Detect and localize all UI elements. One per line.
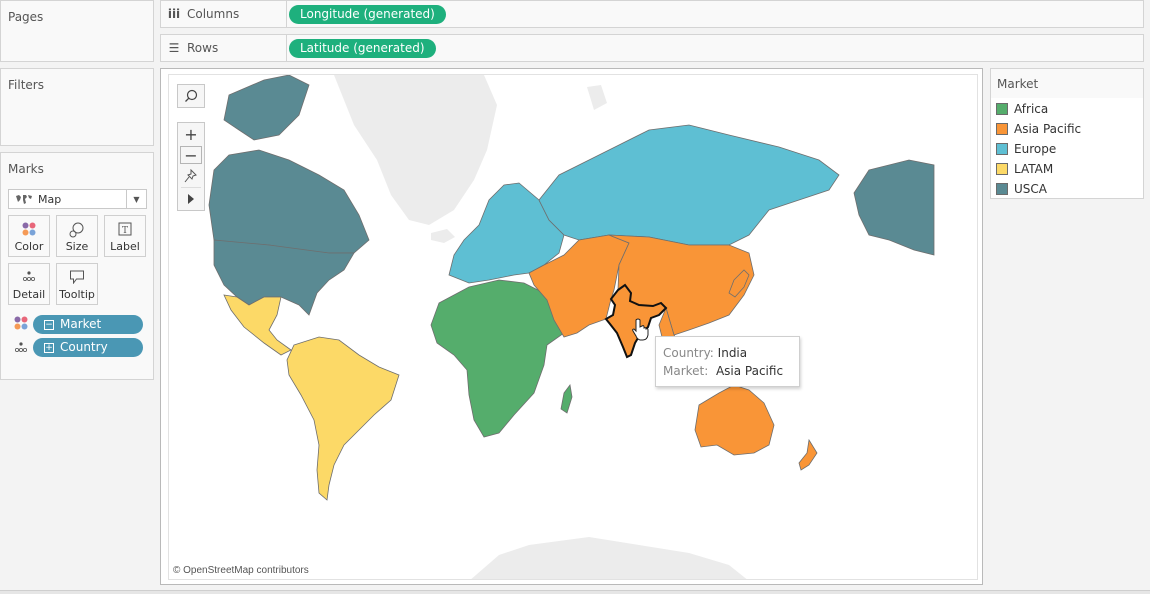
new-zealand[interactable]	[798, 438, 818, 471]
tooltip-value: India	[717, 346, 748, 360]
greenland-background	[334, 75, 497, 225]
canada-region[interactable]	[208, 149, 370, 254]
filters-card[interactable]: Filters	[0, 68, 154, 146]
world-map[interactable]	[169, 75, 978, 580]
columns-shelf[interactable]: iii Columns Longitude (generated)	[160, 0, 1144, 28]
expand-toolbar-icon[interactable]	[178, 188, 204, 210]
south-america-region[interactable]	[286, 336, 400, 501]
color-button-label: Color	[14, 240, 44, 253]
market-legend: Market Africa Asia Pacific Europe LATAM USCA	[990, 68, 1144, 199]
detail-button[interactable]: Detail	[8, 263, 50, 305]
country-field-pill[interactable]: + Country	[33, 338, 143, 357]
market-field-label: Market	[60, 317, 102, 331]
longitude-pill[interactable]: Longitude (generated)	[289, 5, 446, 24]
mexico-central-america-region[interactable]	[223, 294, 292, 356]
legend-item-europe[interactable]: Europe	[996, 141, 1056, 157]
legend-label: Europe	[1014, 142, 1057, 156]
tooltip-icon	[70, 270, 84, 284]
legend-label: LATAM	[1014, 162, 1054, 176]
filters-title: Filters	[8, 78, 44, 92]
legend-item-africa[interactable]: Africa	[996, 101, 1048, 117]
legend-label: USCA	[1014, 182, 1047, 196]
alaska-region[interactable]	[853, 159, 935, 256]
color-encoding-icon	[14, 316, 28, 330]
madagascar[interactable]	[560, 384, 573, 414]
tooltip-key: Country:	[663, 346, 714, 360]
map-attribution[interactable]: © OpenStreetMap contributors	[173, 565, 309, 576]
label-button-label: Label	[110, 240, 140, 253]
pages-card[interactable]: Pages	[0, 0, 154, 62]
legend-item-usca[interactable]: USCA	[996, 181, 1047, 197]
map-view[interactable]: + − © OpenStreetMap contributors Country…	[168, 74, 978, 580]
zoom-out-icon[interactable]: −	[180, 146, 202, 165]
map-tooltip: Country: India Market: Asia Pacific	[655, 336, 800, 387]
color-icon	[22, 222, 36, 236]
tooltip-row-market: Market: Asia Pacific	[663, 362, 792, 380]
detail-encoding-icon	[14, 342, 27, 353]
country-field-label: Country	[60, 340, 108, 354]
latitude-pill[interactable]: Latitude (generated)	[289, 39, 436, 58]
antarctica-background	[471, 537, 747, 579]
marks-title: Marks	[8, 162, 44, 176]
svalbard-background	[587, 85, 607, 110]
legend-label: Asia Pacific	[1014, 122, 1082, 136]
legend-item-latam[interactable]: LATAM	[996, 161, 1053, 177]
detail-icon	[22, 271, 35, 282]
size-button-label: Size	[65, 240, 89, 253]
rows-icon: ☰	[168, 41, 180, 55]
africa-region[interactable]	[430, 279, 565, 438]
australia-region[interactable]	[694, 384, 775, 456]
market-field-pill[interactable]: − Market	[33, 315, 143, 334]
svg-text:T: T	[122, 226, 128, 236]
tooltip-button[interactable]: Tooltip	[56, 263, 98, 305]
legend-label: Africa	[1014, 102, 1049, 116]
pages-title: Pages	[8, 10, 44, 24]
search-icon[interactable]	[178, 85, 204, 107]
label-icon: T	[118, 222, 132, 236]
columns-shelf-label: iii Columns	[161, 1, 287, 27]
legend-swatch	[996, 163, 1008, 175]
color-button[interactable]: Color	[8, 215, 50, 257]
rows-shelf[interactable]: ☰ Rows Latitude (generated)	[160, 34, 1144, 62]
mark-type-label: Map	[38, 192, 62, 206]
tooltip-key: Market:	[663, 364, 709, 378]
tooltip-value: Asia Pacific	[715, 364, 784, 378]
map-search-control[interactable]	[177, 84, 205, 108]
expand-icon[interactable]: +	[44, 342, 54, 353]
rows-label: Rows	[187, 41, 219, 55]
size-icon	[69, 222, 84, 238]
map-icon	[16, 194, 32, 204]
mark-type-dropdown[interactable]: Map ▼	[8, 189, 147, 209]
legend-swatch	[996, 123, 1008, 135]
iceland-background	[431, 229, 455, 243]
columns-icon: iii	[167, 7, 181, 21]
legend-swatch	[996, 103, 1008, 115]
pin-icon[interactable]	[178, 165, 204, 187]
status-bar	[0, 590, 1150, 594]
zoom-in-icon[interactable]: +	[178, 123, 204, 145]
legend-title: Market	[991, 69, 1143, 98]
marks-card: Marks Map ▼ Color Size T Label Detail To…	[0, 152, 154, 380]
map-zoom-controls: + −	[177, 122, 205, 211]
size-button[interactable]: Size	[56, 215, 98, 257]
legend-swatch	[996, 183, 1008, 195]
chevron-down-icon[interactable]: ▼	[126, 190, 146, 208]
columns-label: Columns	[187, 7, 240, 21]
legend-item-asia-pacific[interactable]: Asia Pacific	[996, 121, 1081, 137]
rows-shelf-label: ☰ Rows	[161, 35, 287, 61]
canada-arctic-islands[interactable]	[223, 75, 310, 141]
legend-swatch	[996, 143, 1008, 155]
viz-area: + − © OpenStreetMap contributors Country…	[160, 68, 983, 585]
tooltip-button-label: Tooltip	[59, 288, 95, 301]
collapse-icon[interactable]: −	[44, 319, 54, 330]
detail-button-label: Detail	[12, 288, 46, 301]
russia-region[interactable]	[538, 124, 840, 246]
label-button[interactable]: T Label	[104, 215, 146, 257]
tooltip-row-country: Country: India	[663, 344, 792, 362]
